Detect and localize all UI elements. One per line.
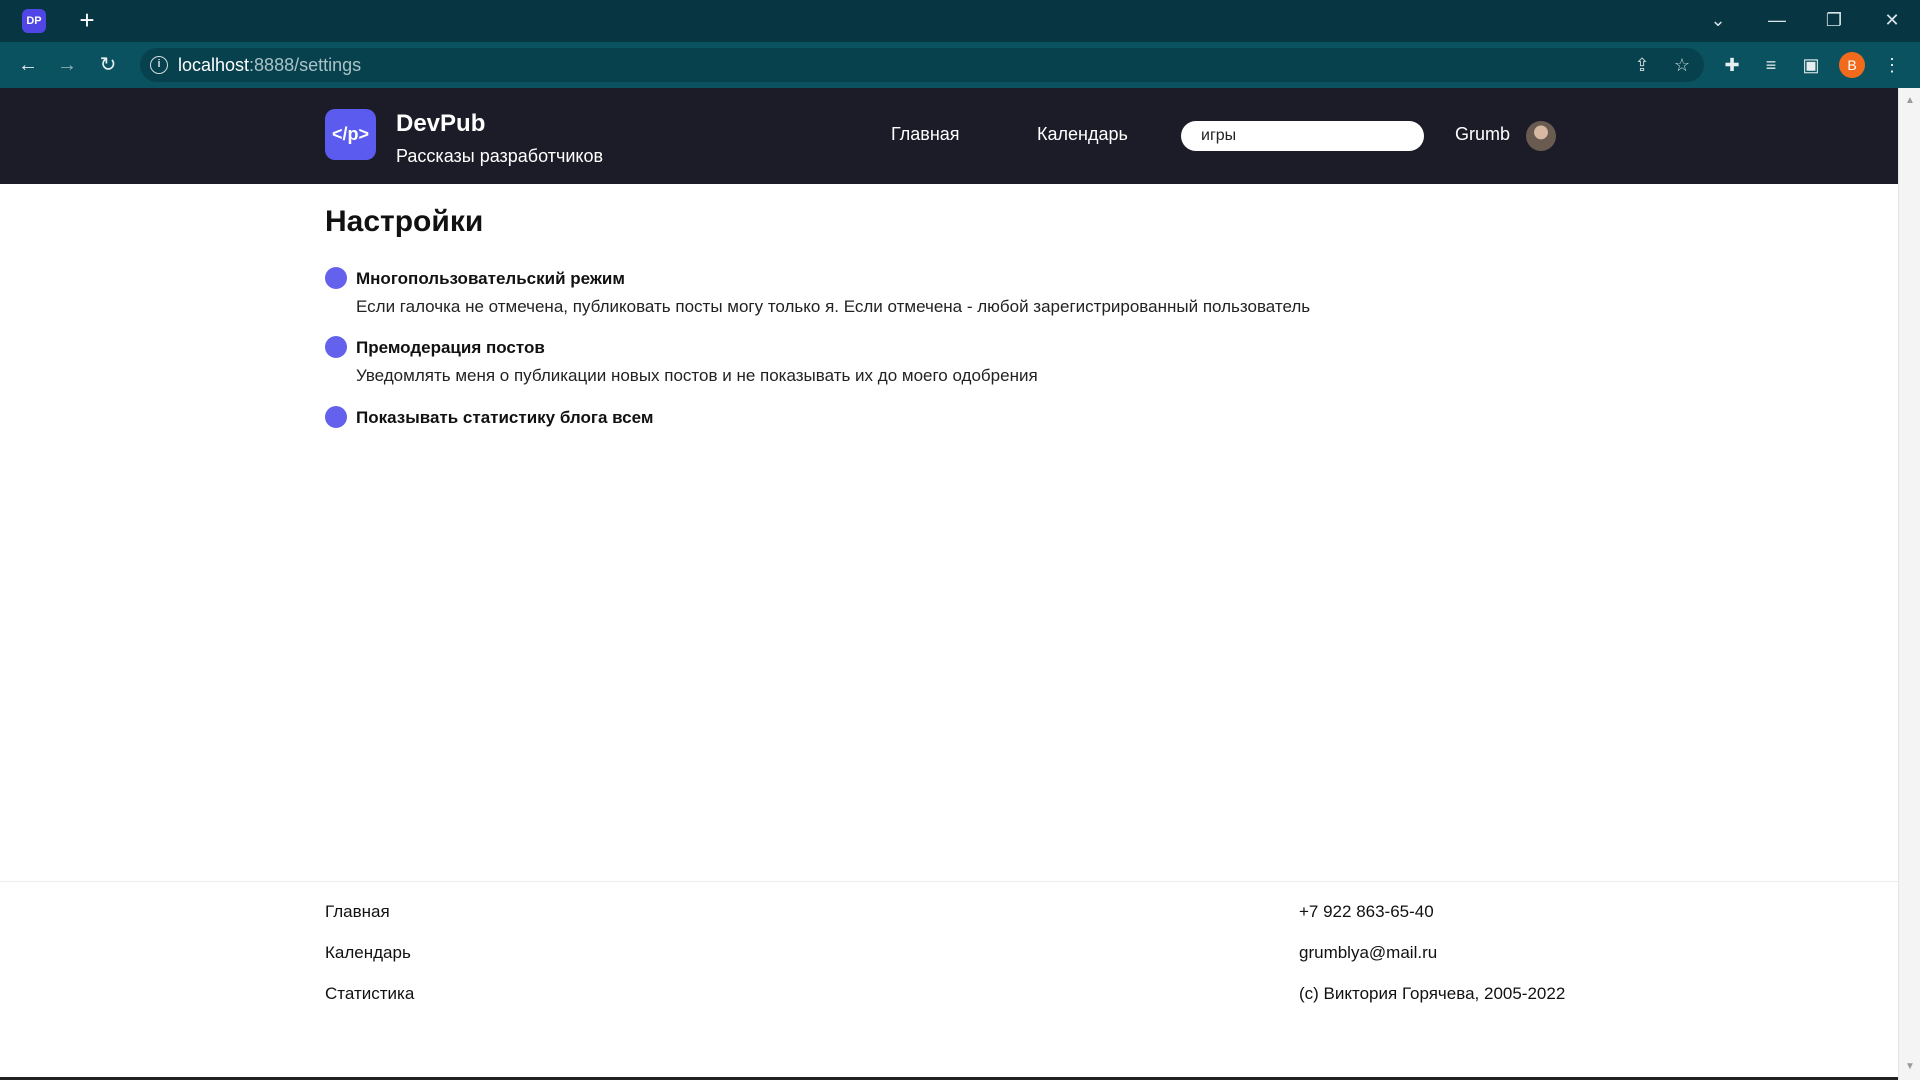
tab-favicon-icon[interactable]: DP: [22, 9, 46, 33]
scroll-up-icon[interactable]: ▲: [1903, 94, 1917, 108]
setting-toggle-checkbox[interactable]: [325, 267, 347, 289]
url-omnibox[interactable]: i localhost:8888/settings ⇪ ☆: [140, 48, 1704, 82]
url-path: :8888/settings: [249, 55, 362, 75]
footer-email[interactable]: grumblya@mail.ru: [1299, 943, 1437, 963]
forward-icon[interactable]: →: [53, 51, 81, 79]
site-info-icon[interactable]: i: [150, 56, 168, 74]
nav-link-calendar[interactable]: Календарь: [1037, 124, 1128, 145]
media-control-icon[interactable]: ≡: [1757, 51, 1785, 79]
user-avatar[interactable]: [1526, 121, 1556, 151]
footer-phone: +7 922 863-65-40: [1299, 902, 1434, 921]
reload-icon[interactable]: ↻: [94, 51, 122, 79]
footer-divider: [0, 881, 1898, 882]
url-text[interactable]: localhost:8888/settings: [178, 48, 361, 82]
footer-link-calendar[interactable]: Календарь: [325, 943, 411, 963]
brand-name[interactable]: DevPub: [396, 110, 485, 138]
setting-description: Уведомлять меня о публикации новых посто…: [356, 366, 1038, 385]
footer-link-home[interactable]: Главная: [325, 902, 390, 922]
restore-icon[interactable]: ❐: [1814, 6, 1854, 34]
browser-menu-icon[interactable]: ⋮: [1878, 51, 1906, 79]
share-icon[interactable]: ⇪: [1630, 53, 1654, 77]
page-title: Настройки: [325, 205, 484, 238]
back-icon[interactable]: ←: [14, 51, 42, 79]
page-scrollbar[interactable]: ▲ ▼: [1898, 88, 1920, 1080]
setting-description: Если галочка не отмечена, публиковать по…: [356, 297, 1311, 316]
extensions-puzzle-icon[interactable]: ✚: [1718, 51, 1746, 79]
tab-search-chevron-icon[interactable]: ⌄: [1698, 6, 1738, 34]
browser-tab-bar: DP + ⌄ — ❐ ✕: [0, 0, 1920, 42]
setting-title[interactable]: Показывать статистику блога всем: [356, 408, 653, 428]
brand-tagline: Рассказы разработчиков: [396, 146, 604, 166]
logo-icon[interactable]: </p>: [325, 109, 376, 160]
site-header: </p> DevPub Рассказы разработчиков Главн…: [0, 88, 1898, 184]
close-window-icon[interactable]: ✕: [1872, 6, 1912, 34]
bookmark-star-icon[interactable]: ☆: [1670, 53, 1694, 77]
profile-avatar[interactable]: B: [1839, 52, 1865, 78]
minimize-icon[interactable]: —: [1757, 6, 1797, 34]
browser-address-bar: ← → ↻ i localhost:8888/settings ⇪ ☆ ✚ ≡ …: [0, 42, 1920, 88]
footer-link-statistics[interactable]: Статистика: [325, 984, 414, 1004]
setting-toggle-checkbox[interactable]: [325, 336, 347, 358]
side-panel-icon[interactable]: ▣: [1797, 51, 1825, 79]
footer-copyright: (c) Виктория Горячева, 2005-2022: [1299, 984, 1566, 1003]
new-tab-button[interactable]: +: [75, 7, 99, 35]
scroll-down-icon[interactable]: ▼: [1903, 1060, 1917, 1074]
search-input[interactable]: [1181, 121, 1424, 151]
url-host: localhost: [178, 55, 250, 75]
setting-title[interactable]: Многопользовательский режим: [356, 269, 625, 289]
setting-toggle-checkbox[interactable]: [325, 406, 347, 428]
nav-link-home[interactable]: Главная: [891, 124, 960, 145]
username[interactable]: Grumb: [1455, 124, 1510, 145]
setting-title[interactable]: Премодерация постов: [356, 338, 545, 358]
